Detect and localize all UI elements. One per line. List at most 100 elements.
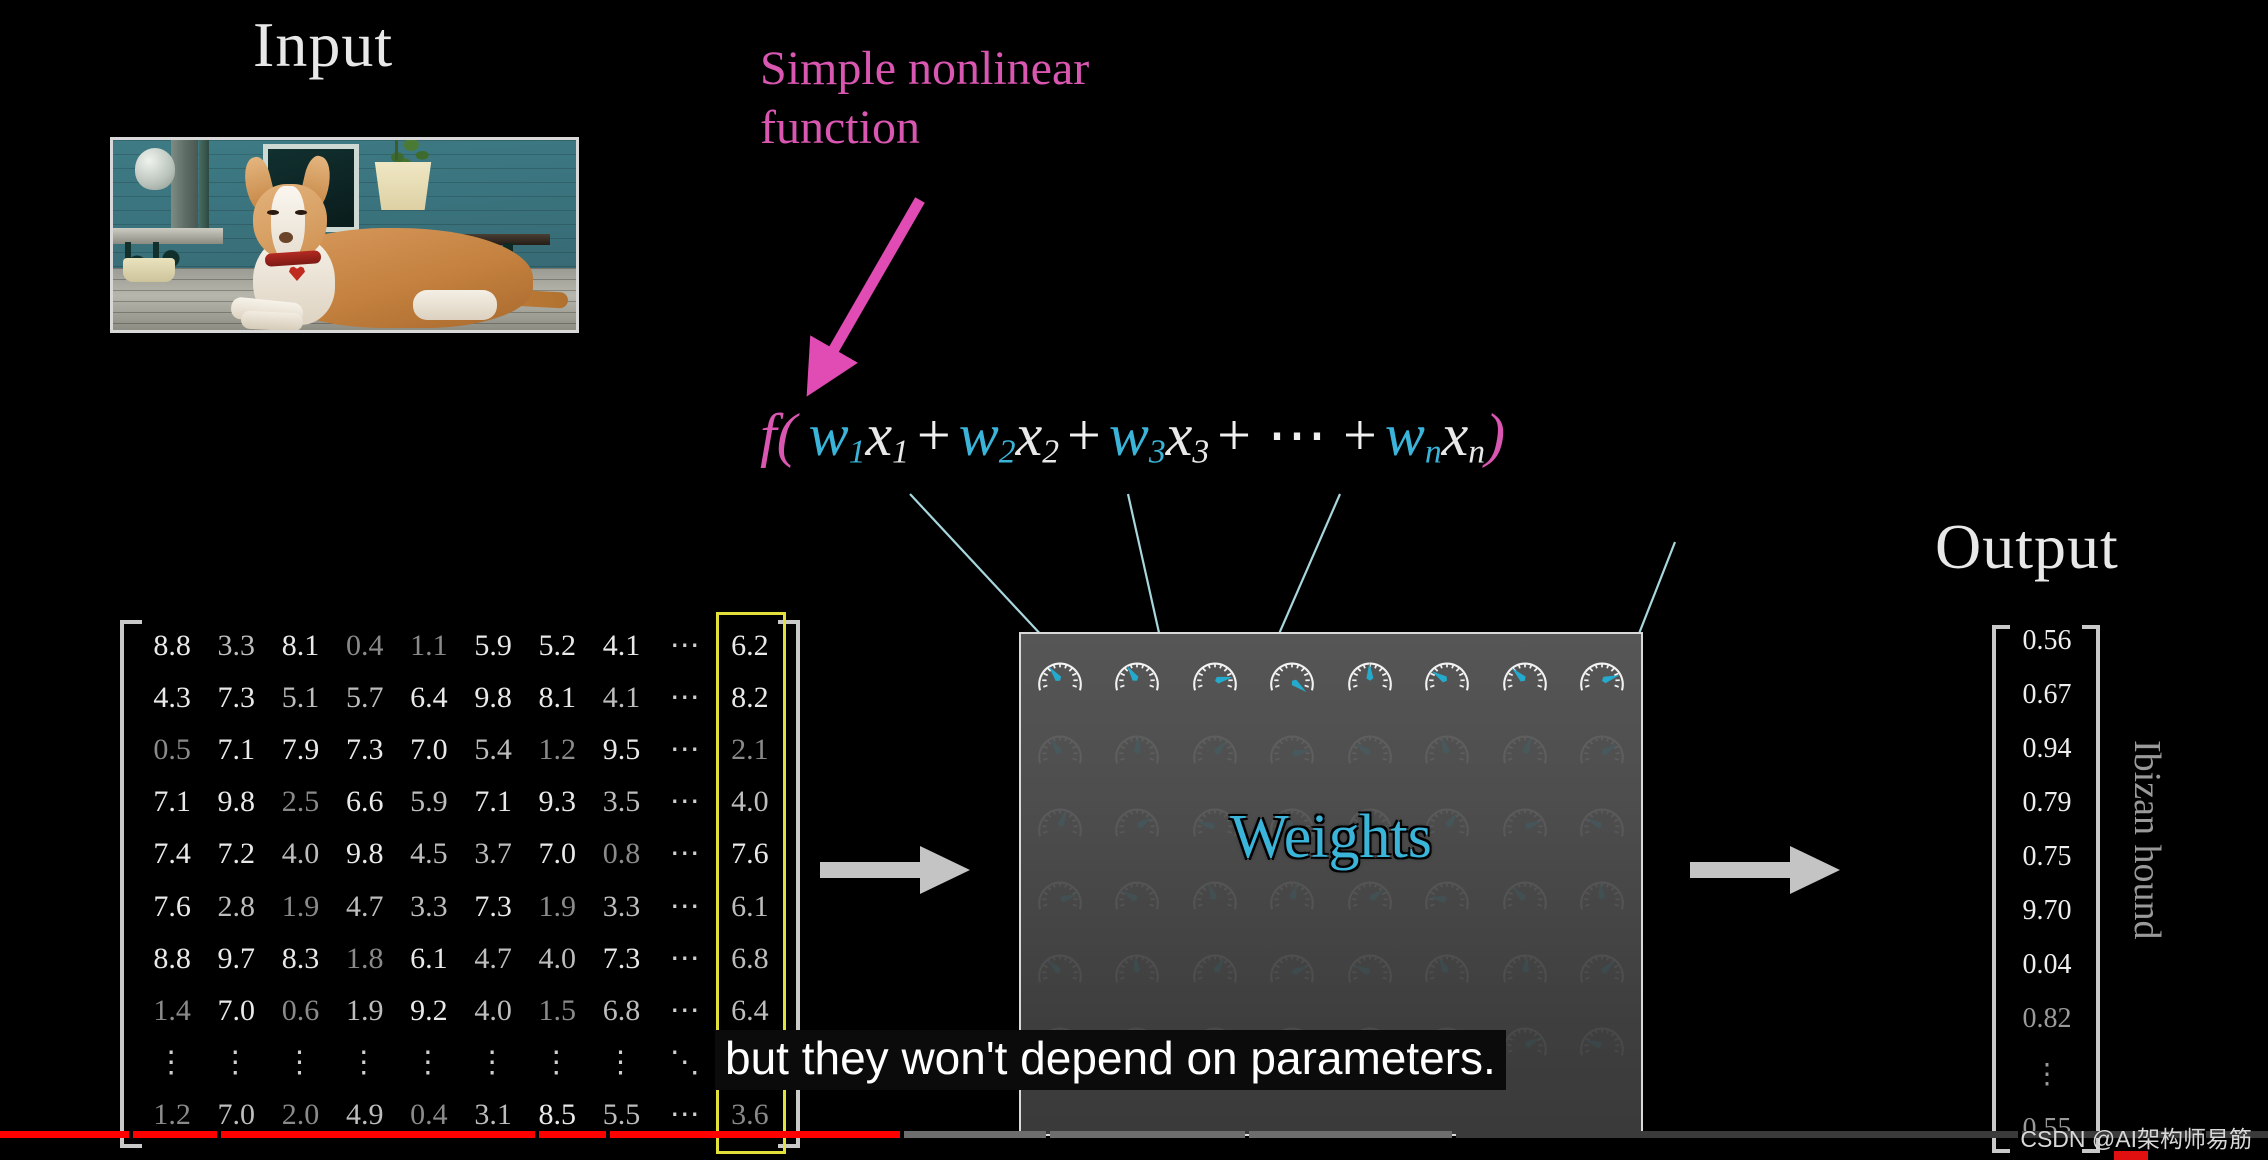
output-cell: 0.75 — [2022, 841, 2072, 872]
matrix-cell: 8.1 — [538, 681, 577, 715]
gauge-cell — [1499, 871, 1551, 918]
matrix-cell: ⋯ — [669, 785, 702, 819]
gauge-cell — [1421, 944, 1473, 991]
matrix-cell: 2.8 — [217, 889, 256, 923]
output-cell: 0.04 — [2022, 949, 2072, 980]
gauge-cell — [1499, 652, 1551, 699]
matrix-cell: 6.8 — [602, 993, 641, 1027]
matrix-cell: 7.3 — [602, 941, 641, 975]
matrix-cell: 1.2 — [538, 733, 577, 767]
gauge-cell — [1421, 652, 1473, 699]
progress-segment[interactable] — [1456, 1131, 2018, 1138]
dog-hind-leg — [413, 290, 497, 320]
gauge-cell — [1499, 944, 1551, 991]
gauge-cell — [1111, 725, 1163, 772]
gauge-cell — [1576, 944, 1628, 991]
gauge-dial-icon — [1580, 954, 1625, 983]
progress-segment[interactable] — [1249, 1131, 1452, 1138]
output-vector: 0.56 0.67 0.94 0.79 0.75 9.70 0.04 0.82 ⋮ 0.55 — [1992, 625, 2100, 1153]
formula: f(w1x1 + w2x2 + w3x3 + ⋯ + wnxn) — [760, 400, 1505, 471]
gauge-dial-icon — [1037, 881, 1082, 910]
gauge-dial-icon — [1425, 662, 1470, 691]
gauge-dial-icon — [1270, 954, 1315, 983]
output-cell: ⋮ — [2033, 1059, 2061, 1090]
gauge-dial-icon — [1192, 662, 1237, 691]
output-cell: 0.94 — [2022, 733, 2072, 764]
matrix-cell: ⋮ — [156, 1045, 189, 1079]
arrow-weights-to-output-icon — [1690, 846, 1840, 894]
dog-bowl — [123, 258, 175, 282]
output-cell: 0.67 — [2022, 679, 2072, 710]
gauge-cell — [1576, 725, 1628, 772]
formula-plus-1: + — [916, 402, 951, 468]
progress-buffered — [904, 1131, 1046, 1138]
matrix-cell: ⋮ — [348, 1045, 381, 1079]
matrix-cell: 7.0 — [410, 733, 448, 767]
output-cell: 0.82 — [2022, 1003, 2072, 1034]
dog-front-leg-2 — [240, 310, 304, 330]
matrix-cell: 6.1 — [410, 941, 448, 975]
matrix-cell: 7.0 — [217, 993, 256, 1027]
matrix-cell: 8.8 — [153, 941, 191, 975]
matrix-cell: 7.6 — [153, 889, 191, 923]
progress-segment[interactable] — [0, 1131, 129, 1138]
matrix-cell: 0.6 — [281, 993, 320, 1027]
matrix-cell: 7.2 — [217, 837, 256, 871]
matrix-cell: ⋯ — [669, 837, 702, 871]
progress-played — [610, 1131, 900, 1138]
gauge-cell — [1344, 944, 1396, 991]
gauge-dial-icon — [1115, 881, 1160, 910]
progress-played — [0, 1131, 129, 1138]
formula-x2: x2 — [1015, 402, 1060, 471]
jug — [135, 148, 175, 190]
matrix-cell: 7.1 — [153, 785, 191, 819]
matrix-cell: 7.1 — [474, 785, 512, 819]
matrix-cell: 9.8 — [217, 785, 256, 819]
matrix-cell: 1.8 — [345, 941, 384, 975]
matrix-grid: 8.8 3.3 8.1 0.4 1.1 5.9 5.2 4.1 ⋯ 6.2 4.3 7.3 5.1 5.7… — [140, 620, 782, 1140]
matrix-cell: 4.1 — [602, 681, 641, 715]
matrix-cell: 8.3 — [281, 941, 320, 975]
gauge-dial-icon — [1425, 954, 1470, 983]
gauge-dial-icon — [1502, 735, 1547, 764]
matrix-cell: 3.7 — [474, 837, 512, 871]
annotation-text: Simple nonlinear function — [760, 40, 1280, 157]
gauge-dial-icon — [1502, 1027, 1547, 1056]
progress-segment[interactable] — [221, 1131, 535, 1138]
matrix-cell: 3.3 — [602, 889, 641, 923]
progress-segment[interactable] — [904, 1131, 1046, 1138]
matrix-cell: 0.8 — [602, 837, 641, 871]
gauge-cell — [1499, 1017, 1551, 1064]
gauge-dial-icon — [1347, 735, 1392, 764]
gauge-dial-icon — [1192, 954, 1237, 983]
gauge-dial-icon — [1580, 735, 1625, 764]
video-progress-bar[interactable] — [0, 1131, 2268, 1138]
weights-label: Weights — [1230, 803, 1432, 871]
gauge-dial-icon — [1347, 662, 1392, 691]
matrix-cell: 6.4 — [410, 681, 448, 715]
porch-post-2 — [199, 140, 209, 236]
gauge-cell — [1189, 725, 1241, 772]
gauge-dial-icon — [1270, 662, 1315, 693]
matrix-cell: ⋯ — [669, 993, 702, 1027]
pink-arrow-icon — [806, 197, 925, 397]
progress-segment[interactable] — [133, 1131, 217, 1138]
gauge-dial-icon — [1502, 954, 1547, 983]
gauge-cell — [1034, 944, 1086, 991]
dog-eye-right — [295, 210, 307, 215]
progress-segment[interactable] — [1050, 1131, 1245, 1138]
progress-buffered — [1249, 1131, 1452, 1138]
progress-segment[interactable] — [610, 1131, 900, 1138]
annotation-line-1: Simple nonlinear — [760, 42, 1090, 95]
progress-segment[interactable] — [539, 1131, 606, 1138]
gauge-dial-icon — [1270, 881, 1315, 910]
gauge-cell — [1111, 652, 1163, 699]
matrix-cell: 8.8 — [153, 629, 191, 662]
matrix-cell: ⋯ — [669, 733, 702, 767]
formula-open-paren: ( — [776, 402, 797, 468]
matrix-cell: ⋮ — [477, 1045, 510, 1079]
gauge-dial-icon — [1037, 735, 1082, 764]
gauge-dial-icon — [1037, 954, 1082, 983]
matrix-cell: 9.2 — [410, 993, 448, 1027]
progress-track — [1456, 1131, 2018, 1138]
